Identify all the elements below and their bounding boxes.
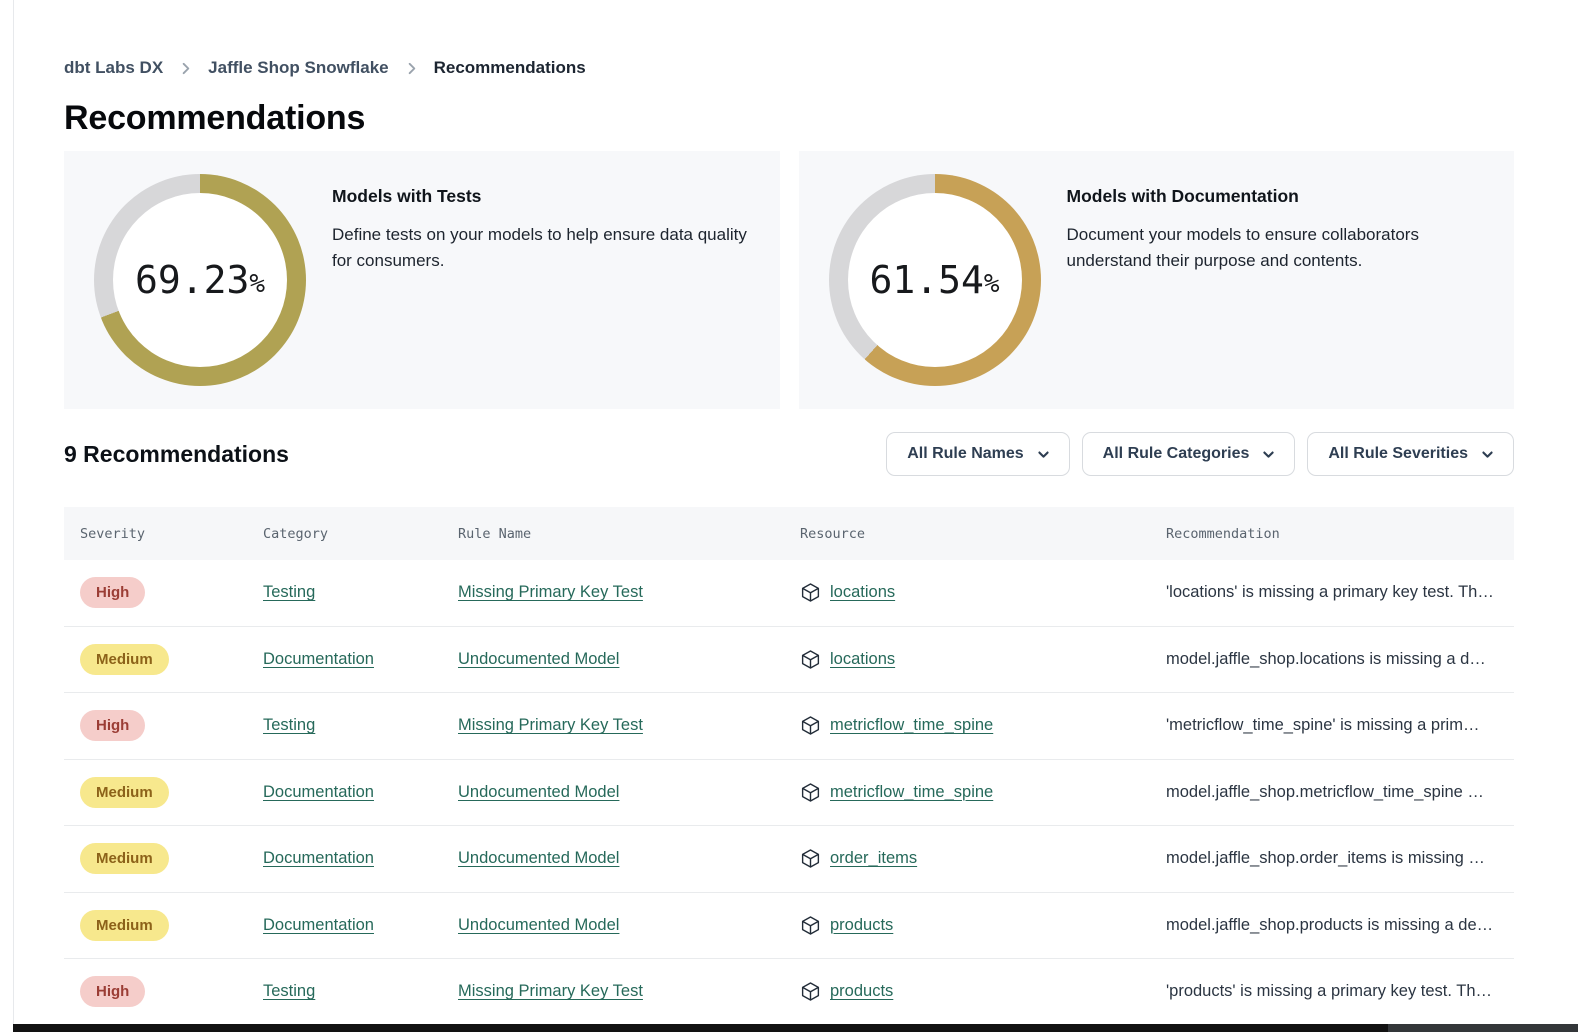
table-body: High Testing Missing Primary Key Test lo… [64, 560, 1514, 1026]
percent-sign: % [984, 261, 1000, 299]
severity-badge: Medium [80, 644, 169, 675]
category-link[interactable]: Testing [263, 716, 315, 734]
recommendation-text: model.jaffle_shop.products is missing a … [1150, 916, 1514, 935]
chevron-down-icon [1480, 447, 1495, 462]
rule-categories-filter-dropdown[interactable]: All Rule Categories [1082, 432, 1296, 476]
rule-name-link[interactable]: Undocumented Model [458, 650, 619, 668]
cube-icon [800, 981, 821, 1002]
column-header-resource: Resource [784, 526, 1150, 542]
models-with-documentation-card: 61.54% Models with Documentation Documen… [799, 151, 1515, 409]
cube-icon [800, 649, 821, 670]
table-row: High Testing Missing Primary Key Test pr… [64, 959, 1514, 1026]
chevron-down-icon [1036, 447, 1051, 462]
recommendations-table: Severity Category Rule Name Resource Rec… [64, 507, 1514, 1026]
category-link[interactable]: Documentation [263, 916, 374, 934]
table-row: Medium Documentation Undocumented Model … [64, 627, 1514, 694]
rule-name-link[interactable]: Undocumented Model [458, 849, 619, 867]
severity-badge: Medium [80, 777, 169, 808]
table-row: Medium Documentation Undocumented Model … [64, 893, 1514, 960]
rule-name-link[interactable]: Missing Primary Key Test [458, 583, 643, 601]
card-description: Define tests on your models to help ensu… [332, 222, 760, 275]
cube-icon [800, 715, 821, 736]
resource-link[interactable]: locations [830, 583, 895, 602]
resource-link[interactable]: metricflow_time_spine [830, 716, 993, 735]
card-title: Models with Documentation [1067, 186, 1467, 207]
breadcrumb-item-recommendations: Recommendations [434, 58, 586, 78]
resource-link[interactable]: order_items [830, 849, 917, 868]
tests-coverage-donut-chart: 69.23% [94, 174, 306, 386]
bottom-bar [13, 1024, 1578, 1032]
category-link[interactable]: Documentation [263, 849, 374, 867]
card-description: Document your models to ensure collabora… [1067, 222, 1467, 275]
recommendation-text: 'locations' is missing a primary key tes… [1150, 583, 1514, 602]
breadcrumb-item-jaffle-shop-snowflake[interactable]: Jaffle Shop Snowflake [208, 58, 388, 78]
severity-badge: Medium [80, 910, 169, 941]
table-row: High Testing Missing Primary Key Test me… [64, 693, 1514, 760]
table-row: Medium Documentation Undocumented Model … [64, 760, 1514, 827]
cube-icon [800, 582, 821, 603]
recommendations-page: dbt Labs DX Jaffle Shop Snowflake Recomm… [0, 0, 1578, 1032]
column-header-category: Category [247, 526, 442, 542]
rule-name-link[interactable]: Undocumented Model [458, 916, 619, 934]
resource-link[interactable]: locations [830, 650, 895, 669]
category-link[interactable]: Documentation [263, 783, 374, 801]
summary-cards: 69.23% Models with Tests Define tests on… [64, 151, 1514, 409]
resource-link[interactable]: products [830, 982, 893, 1001]
chevron-down-icon [1261, 447, 1276, 462]
recommendation-text: model.jaffle_shop.order_items is missing… [1150, 849, 1514, 868]
models-with-tests-card: 69.23% Models with Tests Define tests on… [64, 151, 780, 409]
cube-icon [800, 848, 821, 869]
left-edge-divider [13, 0, 14, 1032]
severity-badge: Medium [80, 843, 169, 874]
rule-names-filter-dropdown[interactable]: All Rule Names [886, 432, 1069, 476]
rule-name-link[interactable]: Missing Primary Key Test [458, 982, 643, 1000]
page-title: Recommendations [64, 98, 1514, 138]
rule-severities-filter-dropdown[interactable]: All Rule Severities [1307, 432, 1514, 476]
column-header-rule-name: Rule Name [442, 526, 784, 542]
column-header-recommendation: Recommendation [1150, 526, 1514, 542]
tests-coverage-percent: 69.23 [135, 258, 249, 302]
rule-name-link[interactable]: Undocumented Model [458, 783, 619, 801]
table-header-row: Severity Category Rule Name Resource Rec… [64, 507, 1514, 560]
table-row: High Testing Missing Primary Key Test lo… [64, 560, 1514, 627]
recommendation-text: model.jaffle_shop.metricflow_time_spine … [1150, 783, 1514, 802]
breadcrumb: dbt Labs DX Jaffle Shop Snowflake Recomm… [64, 58, 1514, 78]
cube-icon [800, 782, 821, 803]
percent-sign: % [249, 261, 265, 299]
cube-icon [800, 915, 821, 936]
chevron-right-icon [178, 61, 193, 76]
category-link[interactable]: Testing [263, 583, 315, 601]
breadcrumb-item-dbt-labs-dx[interactable]: dbt Labs DX [64, 58, 163, 78]
recommendation-text: 'products' is missing a primary key test… [1150, 982, 1514, 1001]
severity-badge: High [80, 710, 145, 741]
category-link[interactable]: Testing [263, 982, 315, 1000]
severity-badge: High [80, 976, 145, 1007]
recommendation-text: 'metricflow_time_spine' is missing a pri… [1150, 716, 1514, 735]
table-row: Medium Documentation Undocumented Model … [64, 826, 1514, 893]
documentation-coverage-donut-chart: 61.54% [829, 174, 1041, 386]
rule-name-link[interactable]: Missing Primary Key Test [458, 716, 643, 734]
resource-link[interactable]: products [830, 916, 893, 935]
category-link[interactable]: Documentation [263, 650, 374, 668]
resource-link[interactable]: metricflow_time_spine [830, 783, 993, 802]
chevron-right-icon [404, 61, 419, 76]
column-header-severity: Severity [64, 526, 247, 542]
card-title: Models with Tests [332, 186, 760, 207]
documentation-coverage-percent: 61.54 [869, 258, 983, 302]
recommendation-text: model.jaffle_shop.locations is missing a… [1150, 650, 1514, 669]
filter-bar: All Rule Names All Rule Categories All R… [886, 432, 1514, 476]
severity-badge: High [80, 577, 145, 608]
recommendations-count: 9 Recommendations [64, 441, 289, 468]
